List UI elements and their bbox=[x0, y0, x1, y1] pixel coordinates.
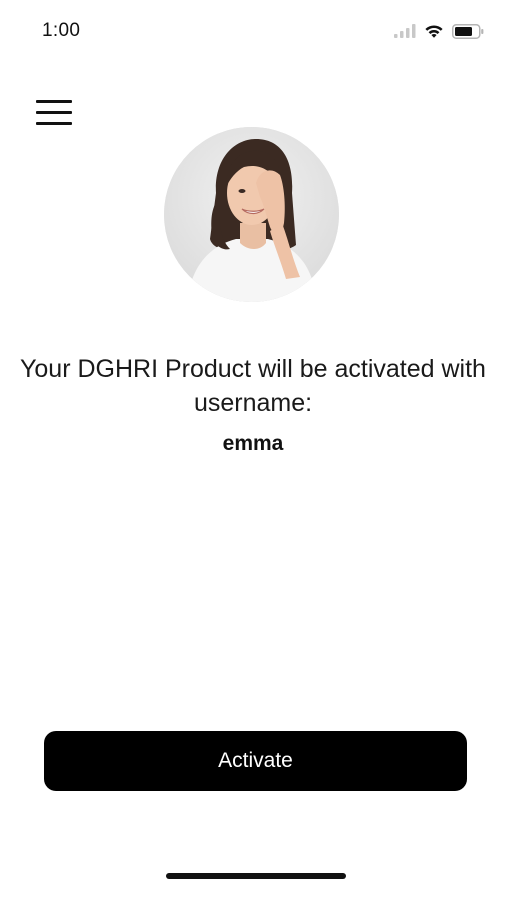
menu-bar bbox=[36, 111, 72, 114]
status-icons bbox=[394, 20, 484, 42]
home-indicator[interactable] bbox=[166, 873, 346, 879]
battery-icon bbox=[452, 23, 484, 39]
username-value: emma bbox=[222, 432, 284, 455]
menu-bar bbox=[36, 122, 72, 125]
wifi-icon bbox=[425, 25, 443, 38]
status-time: 1:00 bbox=[42, 20, 81, 41]
activation-message: Your DGHRI Product will be activated wit… bbox=[20, 355, 486, 417]
activate-button[interactable]: Activate bbox=[44, 731, 467, 791]
status-bar: 1:00 bbox=[0, 0, 506, 60]
cellular-signal-icon bbox=[394, 24, 416, 38]
hamburger-menu-button[interactable] bbox=[36, 96, 72, 128]
menu-bar bbox=[36, 100, 72, 103]
user-avatar-photo bbox=[164, 127, 339, 302]
user-avatar bbox=[164, 127, 339, 302]
